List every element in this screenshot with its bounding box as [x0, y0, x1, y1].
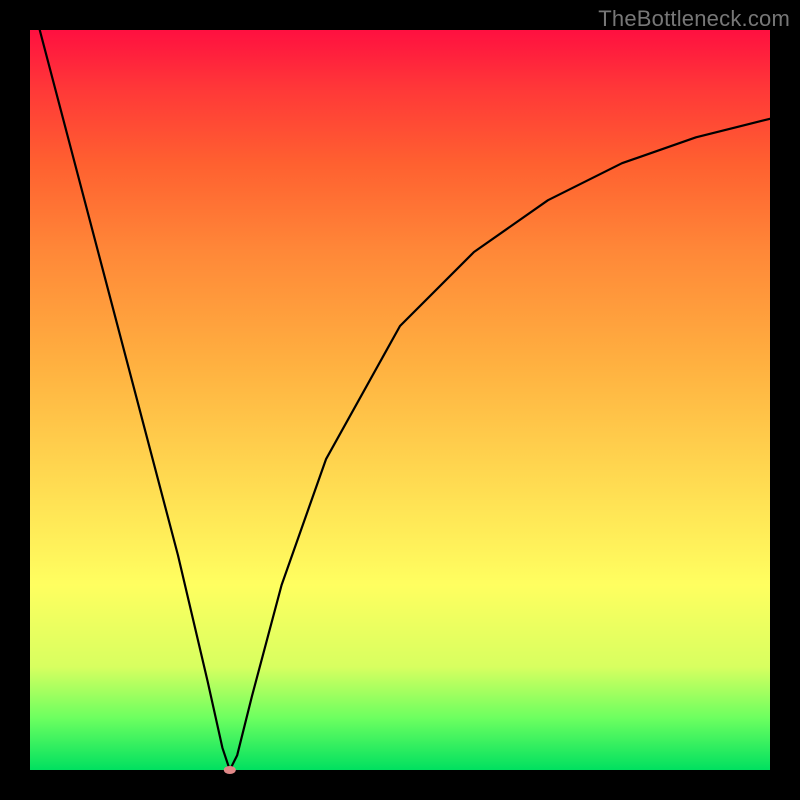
minimum-marker: [224, 766, 236, 774]
chart-frame: TheBottleneck.com: [0, 0, 800, 800]
bottleneck-curve: [30, 0, 770, 770]
chart-svg: [30, 30, 770, 770]
plot-area: [30, 30, 770, 770]
watermark-text: TheBottleneck.com: [598, 6, 790, 32]
